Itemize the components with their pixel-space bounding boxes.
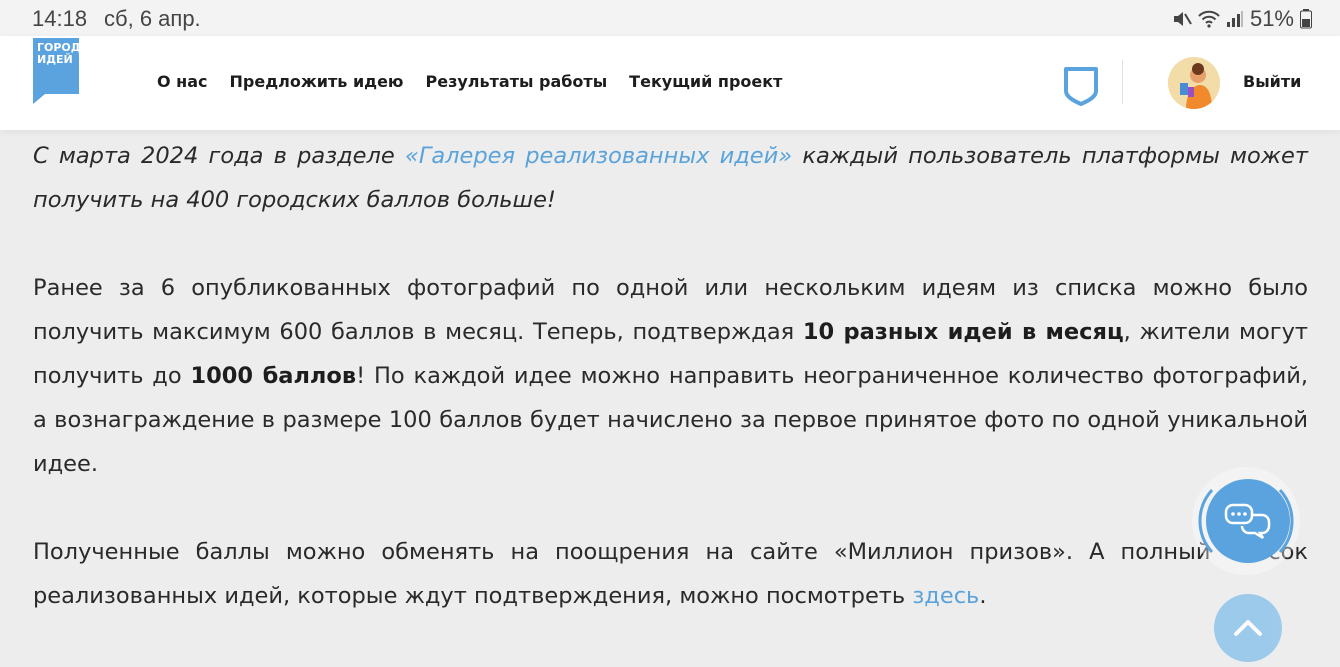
logout-button[interactable]: Выйти — [1243, 72, 1301, 91]
status-date: сб, 6 апр. — [104, 6, 201, 31]
exchange-text-2: . — [979, 583, 987, 609]
chat-button[interactable] — [1190, 465, 1302, 577]
status-indicators: 51% — [1172, 6, 1312, 32]
paragraph-intro: С марта 2024 года в разделе «Галерея реа… — [33, 134, 1308, 222]
battery-percent: 51% — [1249, 6, 1294, 31]
nav-item-results[interactable]: Результаты работы — [425, 72, 607, 91]
battery-icon — [1300, 9, 1312, 29]
exchange-text-1: Полученные баллы можно обменять на поощр… — [33, 539, 1308, 609]
site-logo[interactable]: ГОРОД ИДЕЙ — [33, 38, 81, 104]
article-content: С марта 2024 года в разделе «Галерея реа… — [33, 134, 1308, 618]
wifi-icon — [1198, 10, 1220, 28]
paragraph-points: Ранее за 6 опубликованных фотографий по … — [33, 266, 1308, 486]
avatar[interactable] — [1168, 57, 1220, 109]
status-time: 14:18 — [32, 6, 88, 31]
logo-box: ГОРОД ИДЕЙ — [33, 38, 81, 94]
header-divider — [1122, 60, 1123, 104]
site-header: ГОРОД ИДЕЙ О нас Предложить идею Результ… — [0, 36, 1340, 130]
logo-tail — [33, 94, 45, 104]
paragraph-exchange: Полученные баллы можно обменять на поощр… — [33, 530, 1308, 618]
shield-icon[interactable] — [1063, 66, 1099, 106]
mute-icon — [1172, 10, 1192, 28]
chevron-up-icon — [1234, 620, 1262, 636]
points-bold-ideas: 10 разных идей в месяц — [802, 319, 1124, 345]
nav-item-current-project[interactable]: Текущий проект — [629, 72, 782, 91]
signal-icon — [1226, 10, 1244, 28]
gallery-link[interactable]: «Галерея реализованных идей» — [405, 143, 792, 169]
nav-item-about[interactable]: О нас — [157, 72, 208, 91]
logo-text-line2: ИДЕЙ — [37, 53, 73, 66]
nav-item-propose-idea[interactable]: Предложить идею — [230, 72, 404, 91]
status-bar: 14:18 сб, 6 апр. 51% — [0, 0, 1340, 36]
main-nav: О нас Предложить идею Результаты работы … — [157, 72, 782, 91]
points-bold-max: 1000 баллов — [190, 363, 357, 389]
here-link[interactable]: здесь — [912, 583, 979, 609]
intro-text-before: С марта 2024 года в разделе — [33, 143, 405, 169]
scroll-top-button[interactable] — [1214, 594, 1282, 662]
